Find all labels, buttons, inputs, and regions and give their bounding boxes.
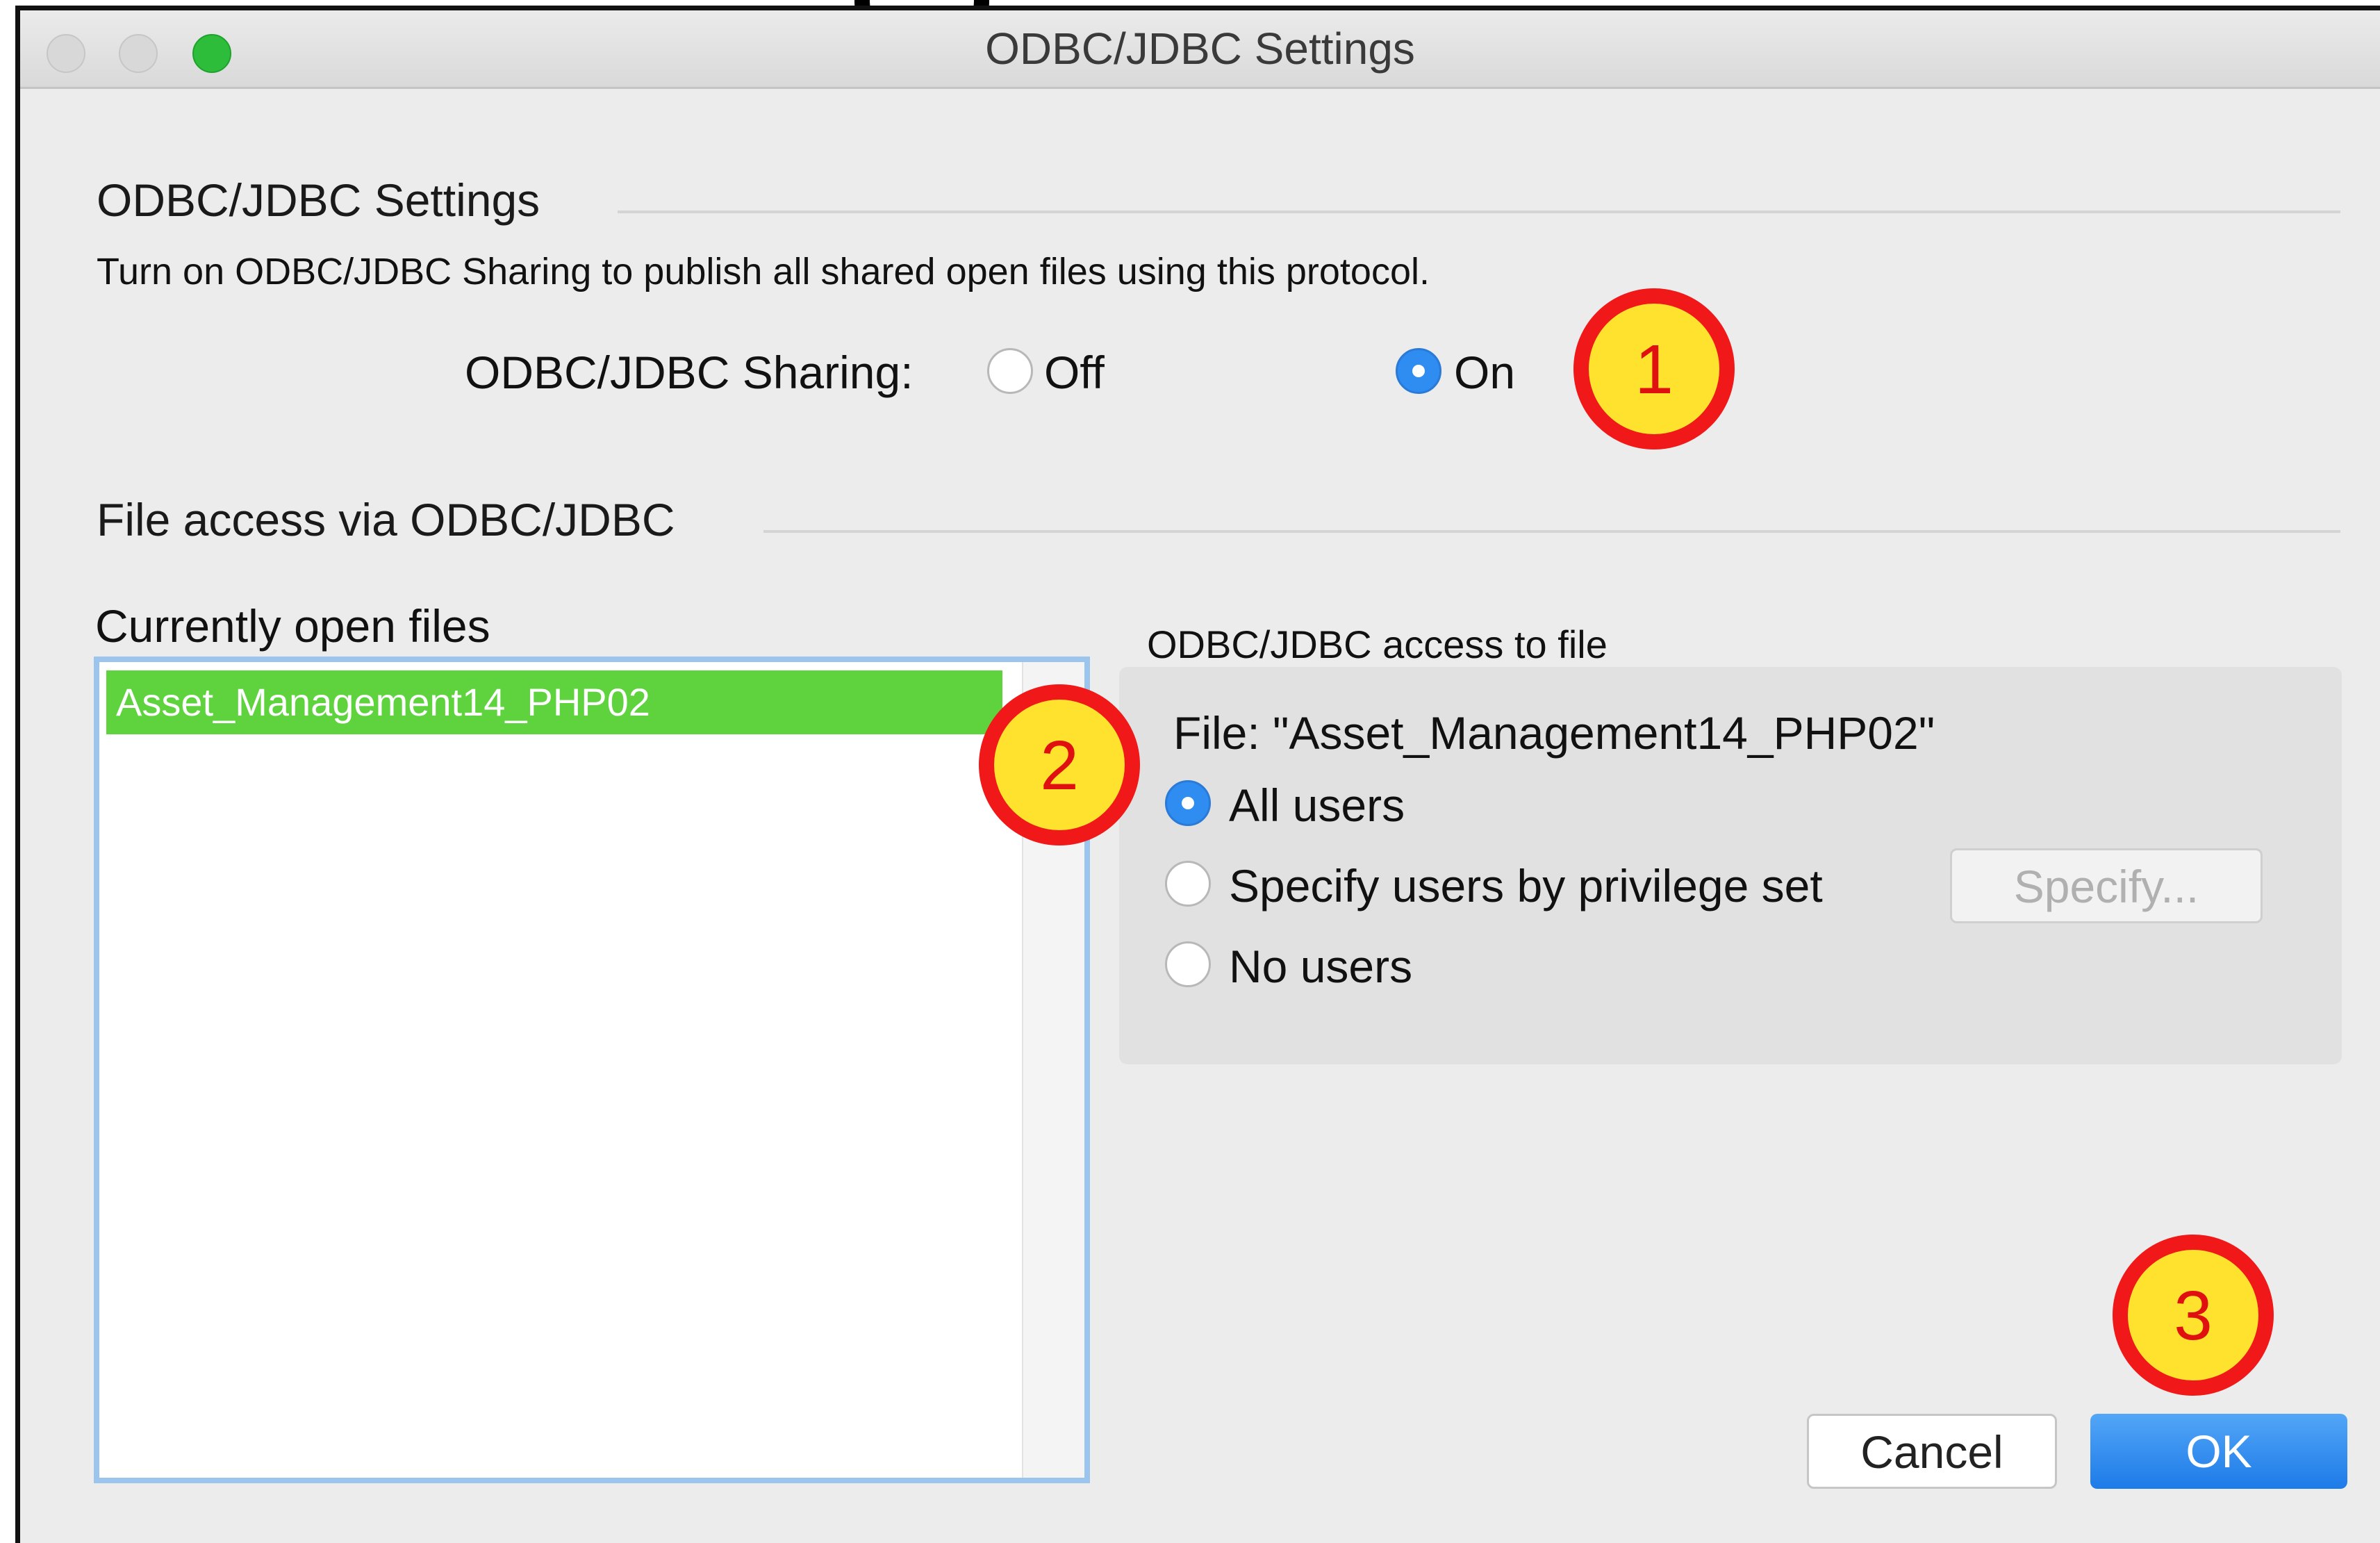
ok-button[interactable]: OK — [2090, 1414, 2347, 1489]
open-files-label: Currently open files — [95, 600, 490, 652]
open-files-list[interactable]: Asset_Management14_PHP02 — [94, 657, 1090, 1483]
cancel-button[interactable]: Cancel — [1807, 1414, 2057, 1489]
sharing-label: ODBC/JDBC Sharing: — [465, 347, 914, 398]
sharing-section-title: ODBC/JDBC Settings — [97, 174, 540, 226]
sharing-description: Turn on ODBC/JDBC Sharing to publish all… — [97, 251, 1430, 292]
section-divider — [618, 211, 2340, 213]
no-users-radio[interactable] — [1165, 941, 1211, 987]
section-divider — [763, 530, 2340, 533]
title-bar: ODBC/JDBC Settings — [20, 10, 2380, 89]
sharing-on-radio[interactable] — [1396, 348, 1441, 394]
sharing-off-radio[interactable] — [987, 348, 1033, 394]
sharing-off-label: Off — [1044, 347, 1105, 398]
all-users-radio[interactable] — [1165, 780, 1211, 826]
specify-button[interactable]: Specify... — [1950, 848, 2263, 923]
no-users-label: No users — [1229, 941, 1413, 992]
file-access-section-title: File access via ODBC/JDBC — [97, 494, 675, 545]
settings-window: ODBC/JDBC Settings ODBC/JDBC Settings Tu… — [15, 6, 2380, 1543]
privilege-set-radio[interactable] — [1165, 861, 1211, 907]
callout-marker: 1 — [1573, 288, 1735, 449]
privilege-set-label: Specify users by privilege set — [1229, 860, 1823, 911]
window-title: ODBC/JDBC Settings — [985, 24, 1415, 74]
callout-marker: 3 — [2113, 1235, 2274, 1396]
access-group-label: ODBC/JDBC access to file — [1147, 622, 1608, 666]
all-users-label: All users — [1229, 779, 1405, 831]
selected-file-label: File: "Asset_Management14_PHP02" — [1173, 707, 1935, 759]
sharing-on-label: On — [1454, 347, 1516, 398]
callout-marker: 2 — [979, 684, 1140, 845]
list-item[interactable]: Asset_Management14_PHP02 — [106, 670, 1002, 734]
